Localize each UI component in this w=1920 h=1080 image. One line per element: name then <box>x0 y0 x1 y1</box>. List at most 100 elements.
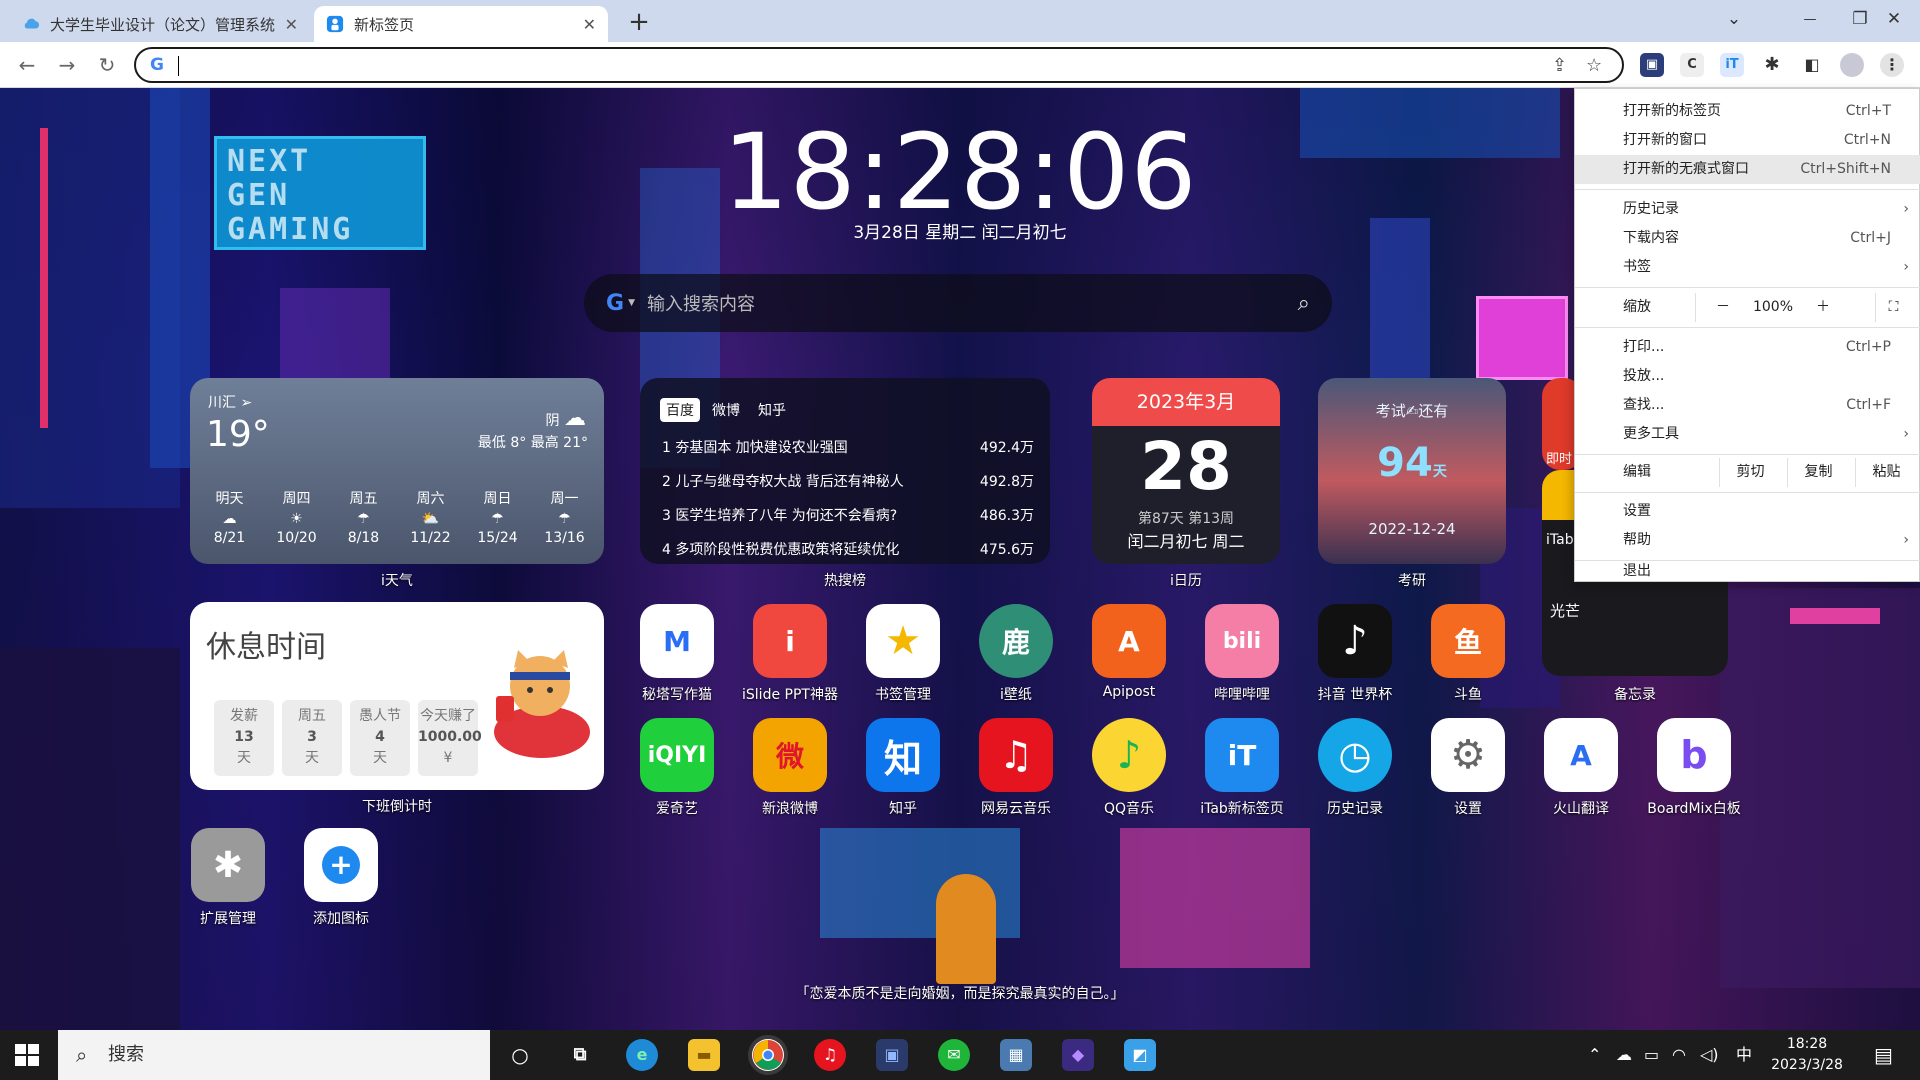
ime-indicator[interactable]: 中 <box>1736 1030 1752 1080</box>
task-view-icon[interactable]: ⧉ <box>564 1039 596 1071</box>
extension-c-icon[interactable]: C <box>1680 53 1704 77</box>
tab-new-tab[interactable]: 新标签页 ✕ <box>314 6 608 42</box>
app-bilibili[interactable]: bili 哔哩哔哩 <box>1187 604 1297 704</box>
profile-avatar[interactable] <box>1840 53 1864 77</box>
bookmark-star-icon[interactable]: ☆ <box>1586 55 1602 76</box>
taskbar-clock[interactable]: 18:28 2023/3/28 <box>1764 1034 1850 1076</box>
app-douyu[interactable]: 鱼斗鱼 <box>1413 604 1523 704</box>
cut-button[interactable]: 剪切 <box>1719 458 1781 487</box>
app-volcano-translate[interactable]: A 火山翻译 <box>1526 718 1636 818</box>
app-itab[interactable]: iT iTab新标签页 <box>1187 718 1297 818</box>
search-icon[interactable]: ⌕ <box>1298 291 1310 316</box>
menu-item-settings[interactable]: 设置 <box>1575 497 1920 526</box>
search-engine-google-icon[interactable]: G <box>606 291 624 316</box>
add-icon-button[interactable]: + 添加图标 <box>286 828 396 928</box>
copy-button[interactable]: 复制 <box>1787 458 1849 487</box>
chrome-icon[interactable] <box>752 1039 784 1071</box>
paste-button[interactable]: 粘贴 <box>1855 458 1917 487</box>
netease-music-taskbar-icon[interactable]: ♫ <box>814 1039 846 1071</box>
fullscreen-icon[interactable]: ⛶ <box>1875 293 1911 322</box>
tab-search-chevron-icon[interactable]: ⌄ <box>1706 0 1762 40</box>
app-boardmix[interactable]: b BoardMix白板 <box>1639 718 1749 818</box>
notification-icon[interactable]: ▤ <box>1874 1030 1893 1080</box>
menu-item-more-tools[interactable]: 更多工具 › <box>1575 420 1920 449</box>
search-bar[interactable]: G ▼ 输入搜索内容 ⌕ <box>584 274 1332 332</box>
menu-item-help[interactable]: 帮助 › <box>1575 526 1920 555</box>
app-i-wallpaper[interactable]: 鹿 i壁纸 <box>961 604 1071 704</box>
extension-itab-icon[interactable]: iT <box>1720 53 1744 77</box>
search-input[interactable]: 输入搜索内容 <box>647 290 1298 316</box>
list-item[interactable]: 2 儿子与继母夺权大战 背后还有神秘人 492.8万 <box>662 464 1034 498</box>
kebab-menu-icon[interactable]: ⋮ <box>1880 53 1904 77</box>
battery-icon[interactable]: ▭ <box>1644 1030 1659 1080</box>
tab-baidu[interactable]: 百度 <box>660 398 700 422</box>
extension-game-icon[interactable]: ▣ <box>1640 53 1664 77</box>
app-mita-writing-cat[interactable]: M 秘塔写作猫 <box>622 604 732 704</box>
weather-widget[interactable]: 川汇 ➢ 19° 阴 ☁ 最低 8° 最高 21° 明天 ☁ 8/21 周四 ☀ 10/… <box>190 378 604 564</box>
clock-time: 18:28:06 <box>722 111 1198 233</box>
wifi-icon[interactable]: ◠ <box>1672 1030 1686 1080</box>
app-zhihu[interactable]: 知知乎 <box>848 718 958 818</box>
photos-icon[interactable]: ▦ <box>1000 1039 1032 1071</box>
menu-item-bookmarks[interactable]: 书签 › <box>1575 253 1920 282</box>
obsidian-icon[interactable]: ◆ <box>1062 1039 1094 1071</box>
close-tab-icon[interactable]: ✕ <box>583 15 596 34</box>
app-apipost[interactable]: A Apipost <box>1074 604 1184 700</box>
tab-thesis-system[interactable]: 大学生毕业设计（论文）管理系统 ✕ <box>10 6 310 42</box>
app-history[interactable]: ◷ 历史记录 <box>1300 718 1410 818</box>
onedrive-cloud-icon[interactable]: ☁ <box>1616 1030 1632 1080</box>
rest-countdown-widget[interactable]: 休息时间 发薪 13 天 周五 3 天 愚人节 4 天 今天赚了 1000.00 ¥ <box>190 602 604 790</box>
app-qq-music[interactable]: ♪ QQ音乐 <box>1074 718 1184 818</box>
hot-search-widget[interactable]: 百度 微博 知乎 1 夯基固本 加快建设农业强国 492.4万 2 儿子与继母夺权… <box>640 378 1050 564</box>
zoom-in-button[interactable]: ＋ <box>1805 293 1841 322</box>
minimize-button[interactable]: — <box>1782 0 1838 40</box>
chevron-down-icon[interactable]: ▼ <box>628 298 635 308</box>
menu-item-incognito[interactable]: 打开新的无痕式窗口 Ctrl+Shift+N <box>1575 155 1920 184</box>
close-window-button[interactable]: ✕ <box>1866 0 1920 40</box>
tab-weibo[interactable]: 微博 <box>706 398 746 422</box>
exam-countdown-widget[interactable]: 考试✍还有 94天 2022-12-24 <box>1318 378 1506 564</box>
address-bar[interactable]: G ⇪ ☆ <box>134 47 1624 83</box>
tray-chevron-icon[interactable]: ⌃ <box>1588 1030 1601 1080</box>
extensions-puzzle-icon[interactable]: ✱ <box>1760 53 1784 77</box>
volume-icon[interactable]: ◁) <box>1700 1030 1719 1080</box>
tab-zhihu[interactable]: 知乎 <box>752 398 792 422</box>
menu-item-downloads[interactable]: 下载内容 Ctrl+J <box>1575 224 1920 253</box>
reload-button[interactable]: ↻ <box>92 50 122 80</box>
app-settings[interactable]: ⚙ 设置 <box>1413 718 1523 818</box>
back-button[interactable]: ← <box>12 50 42 80</box>
app-islide[interactable]: i iSlide PPT神器 <box>735 604 845 704</box>
file-explorer-icon[interactable]: ▬ <box>688 1039 720 1071</box>
forward-button[interactable]: → <box>52 50 82 80</box>
new-tab-button[interactable]: + <box>624 7 654 37</box>
edge-icon[interactable]: e <box>626 1039 658 1071</box>
calendar-widget[interactable]: 2023年3月 28 第87天 第13周 闰二月初七 周二 <box>1092 378 1280 564</box>
list-item[interactable]: 3 医学生培养了八年 为何还不会看病? 486.3万 <box>662 498 1034 532</box>
side-panel-icon[interactable]: ◧ <box>1800 53 1824 77</box>
app-bookmark-manager[interactable]: ★ 书签管理 <box>848 604 958 704</box>
menu-item-new-tab[interactable]: 打开新的标签页 Ctrl+T <box>1575 97 1920 126</box>
menu-item-print[interactable]: 打印... Ctrl+P <box>1575 333 1920 362</box>
next-gen-gaming-sign: NEXT GEN GAMING <box>214 136 426 250</box>
share-icon[interactable]: ⇪ <box>1552 55 1567 76</box>
taskbar-search-box[interactable]: ⌕ 搜索 <box>58 1030 490 1080</box>
close-tab-icon[interactable]: ✕ <box>285 15 298 34</box>
menu-item-exit[interactable]: 退出 <box>1575 564 1920 583</box>
menu-item-cast[interactable]: 投放... <box>1575 362 1920 391</box>
app-netease-music[interactable]: ♫ 网易云音乐 <box>961 718 1071 818</box>
app-douyin[interactable]: ♪ 抖音 世界杯 <box>1300 604 1410 704</box>
image-viewer-icon[interactable]: ◩ <box>1124 1039 1156 1071</box>
app-extension-manager[interactable]: ✱ 扩展管理 <box>173 828 283 928</box>
menu-item-new-window[interactable]: 打开新的窗口 Ctrl+N <box>1575 126 1920 155</box>
game-app-taskbar-icon[interactable]: ▣ <box>876 1039 908 1071</box>
app-iqiyi[interactable]: iQIYI 爱奇艺 <box>622 718 732 818</box>
list-item[interactable]: 4 多项阶段性税费优惠政策将延续优化 475.6万 <box>662 532 1034 564</box>
windows-start-icon[interactable] <box>12 1040 42 1070</box>
cortana-icon[interactable]: ○ <box>504 1039 536 1071</box>
menu-item-history[interactable]: 历史记录 › <box>1575 195 1920 224</box>
menu-item-find[interactable]: 查找... Ctrl+F <box>1575 391 1920 420</box>
zoom-out-button[interactable]: － <box>1705 293 1741 322</box>
list-item[interactable]: 1 夯基固本 加快建设农业强国 492.4万 <box>662 430 1034 464</box>
wechat-icon[interactable]: ✉ <box>938 1039 970 1071</box>
app-weibo[interactable]: 微新浪微博 <box>735 718 845 818</box>
